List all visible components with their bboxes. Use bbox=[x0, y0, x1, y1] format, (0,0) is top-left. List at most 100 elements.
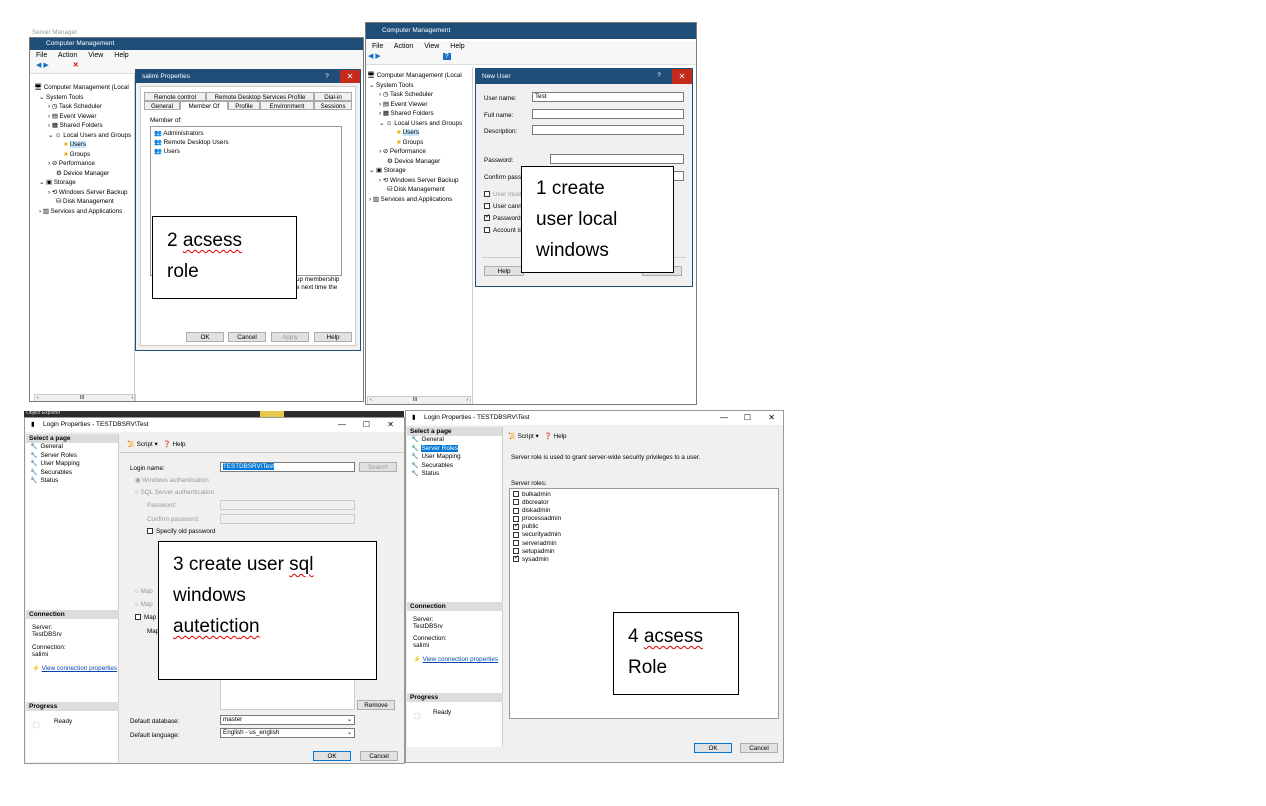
tree-item[interactable]: › ▦ Shared Folders bbox=[367, 109, 473, 119]
tree-item[interactable]: › ⊘ Performance bbox=[34, 159, 134, 169]
server-role-item[interactable]: securityadmin bbox=[513, 531, 775, 539]
user-name-field[interactable]: Test bbox=[532, 92, 684, 102]
tree-item[interactable]: 🖥 Computer Management (Local bbox=[367, 71, 473, 81]
forward-icon[interactable]: ▶ bbox=[43, 62, 48, 69]
server-role-item[interactable]: bulkadmin bbox=[513, 491, 775, 499]
tree-scrollbar[interactable]: ‹ III › bbox=[34, 394, 136, 401]
list-item[interactable]: 👥 Administrators bbox=[154, 129, 338, 138]
tree-item[interactable]: › ⟲ Windows Server Backup bbox=[367, 176, 473, 186]
role-checkbox[interactable] bbox=[513, 522, 519, 530]
page-status[interactable]: 🔧 Status bbox=[26, 477, 118, 486]
script-button[interactable]: 📜 Script ▾ bbox=[508, 432, 539, 440]
sql-auth-radio[interactable]: ○ SQL Server authentication bbox=[135, 489, 214, 496]
server-role-item[interactable]: diskadmin bbox=[513, 507, 775, 515]
server-role-item[interactable]: sysadmin bbox=[513, 554, 775, 564]
password-field[interactable] bbox=[550, 154, 684, 164]
ok-button[interactable]: OK bbox=[186, 332, 224, 342]
tree-item[interactable]: ⌄ System Tools bbox=[367, 81, 473, 91]
cancel-button[interactable]: Cancel bbox=[228, 332, 266, 342]
checkbox-password-never-expires[interactable]: Password n bbox=[484, 213, 526, 222]
script-button[interactable]: 📜 Script ▾ bbox=[127, 440, 158, 448]
tree-item[interactable]: ⌄ ▣ Storage bbox=[367, 166, 473, 176]
server-role-item[interactable]: setupadmin bbox=[513, 548, 775, 556]
tree-item[interactable]: › ▤ Event Viewer bbox=[367, 100, 473, 110]
menu-action[interactable]: Action bbox=[394, 43, 413, 50]
tree-item[interactable]: ⚙ Device Manager bbox=[34, 169, 134, 179]
tree-scrollbar[interactable]: ‹ III › bbox=[367, 396, 471, 404]
page-securables[interactable]: 🔧 Securables bbox=[407, 462, 502, 471]
tree-item[interactable]: ⌄ ☺ Local Users and Groups bbox=[367, 119, 473, 129]
page-user-mapping[interactable]: 🔧 User Mapping bbox=[26, 460, 118, 469]
menu-help[interactable]: Help bbox=[114, 52, 128, 59]
server-role-item[interactable]: processadmin bbox=[513, 515, 775, 523]
confirm-password-field[interactable] bbox=[220, 514, 355, 524]
role-checkbox[interactable] bbox=[513, 515, 519, 522]
role-checkbox[interactable] bbox=[513, 539, 519, 546]
checkbox[interactable] bbox=[484, 191, 490, 198]
tree-item[interactable]: ⌄ ▣ Storage bbox=[34, 178, 134, 188]
tree-item[interactable]: ■ Users bbox=[34, 140, 134, 150]
menu-help[interactable]: Help bbox=[450, 43, 464, 50]
close-icon[interactable]: ✕ bbox=[340, 70, 360, 83]
page-general[interactable]: 🔧 General bbox=[26, 443, 118, 452]
checkbox-account-disabled[interactable]: Account is bbox=[484, 227, 522, 234]
view-connection-properties-link[interactable]: ⚡ View connection properties bbox=[32, 664, 117, 672]
remove-button[interactable]: Remove bbox=[357, 700, 395, 710]
help-button[interactable]: ❓ Help bbox=[163, 440, 186, 448]
minimize-icon[interactable]: — bbox=[338, 418, 346, 432]
page-general[interactable]: 🔧 General bbox=[407, 436, 502, 445]
tree-item[interactable]: ■ Groups bbox=[367, 138, 473, 148]
menu-file[interactable]: File bbox=[36, 52, 47, 59]
tab-sessions[interactable]: Sessions bbox=[314, 101, 352, 110]
close-icon[interactable]: ✕ bbox=[387, 418, 394, 432]
back-icon[interactable]: ◀ bbox=[36, 62, 41, 69]
map-option[interactable]: ○ Map bbox=[135, 601, 153, 608]
windows-auth-radio[interactable]: ◉ Windows authentication bbox=[135, 477, 209, 484]
tree-item[interactable]: ⛁ Disk Management bbox=[34, 197, 134, 207]
tree-item[interactable]: › ▦ Shared Folders bbox=[34, 121, 134, 131]
tab-dial-in[interactable]: Dial-in bbox=[314, 92, 352, 101]
menu-view[interactable]: View bbox=[424, 43, 439, 50]
tree-item[interactable]: › ⊘ Performance bbox=[367, 147, 473, 157]
tab-rds-profile[interactable]: Remote Desktop Services Profile bbox=[206, 92, 314, 101]
tab-general[interactable]: General bbox=[144, 101, 180, 110]
tree-item[interactable]: ⚙ Device Manager bbox=[367, 157, 473, 167]
apply-button[interactable]: Apply bbox=[271, 332, 309, 342]
help-button[interactable]: Help bbox=[314, 332, 352, 342]
tab-remote-control[interactable]: Remote control bbox=[144, 92, 206, 101]
checkbox[interactable] bbox=[147, 528, 153, 535]
password-field[interactable] bbox=[220, 500, 355, 510]
ok-button[interactable]: OK bbox=[313, 751, 351, 761]
tree-item[interactable]: 🖥 Computer Management (Local bbox=[34, 83, 134, 93]
help-icon[interactable]: ? bbox=[442, 53, 451, 60]
cancel-button[interactable]: Cancel bbox=[360, 751, 398, 761]
page-securables[interactable]: 🔧 Securables bbox=[26, 469, 118, 478]
menu-action[interactable]: Action bbox=[58, 52, 77, 59]
list-item[interactable]: 👥 Users bbox=[154, 147, 338, 156]
role-checkbox[interactable] bbox=[513, 531, 519, 538]
forward-icon[interactable]: ▶ bbox=[375, 53, 380, 60]
close-icon[interactable]: ✕ bbox=[672, 69, 692, 84]
server-role-item[interactable]: serveradmin bbox=[513, 540, 775, 548]
role-checkbox[interactable] bbox=[513, 491, 519, 498]
tree-item[interactable]: › ▤ Event Viewer bbox=[34, 112, 134, 122]
maximize-icon[interactable]: ☐ bbox=[363, 418, 370, 432]
close-icon[interactable]: ✕ bbox=[768, 411, 775, 425]
default-database-select[interactable]: master ⌄ bbox=[220, 715, 355, 725]
checkbox[interactable] bbox=[135, 614, 141, 621]
tree-item[interactable]: ⌄ System Tools bbox=[34, 93, 134, 103]
description-field[interactable] bbox=[532, 125, 684, 135]
page-user-mapping[interactable]: 🔧 User Mapping bbox=[407, 453, 502, 462]
page-status[interactable]: 🔧 Status bbox=[407, 470, 502, 479]
specify-old-password-checkbox[interactable]: Specify old password bbox=[147, 528, 216, 535]
tree-item[interactable]: › ▥ Services and Applications bbox=[34, 207, 134, 217]
tree-item[interactable]: ■ Groups bbox=[34, 150, 134, 160]
ok-button[interactable]: OK bbox=[694, 743, 732, 753]
checkbox-user-cannot-change[interactable]: User canno bbox=[484, 203, 525, 210]
view-connection-properties-link[interactable]: ⚡ View connection properties bbox=[413, 655, 498, 663]
help-button[interactable]: ❓ Help bbox=[544, 432, 567, 440]
delete-icon[interactable]: ✕ bbox=[73, 62, 79, 69]
checkbox[interactable] bbox=[484, 213, 490, 222]
role-checkbox[interactable] bbox=[513, 507, 519, 514]
search-button[interactable]: Search bbox=[359, 462, 397, 472]
